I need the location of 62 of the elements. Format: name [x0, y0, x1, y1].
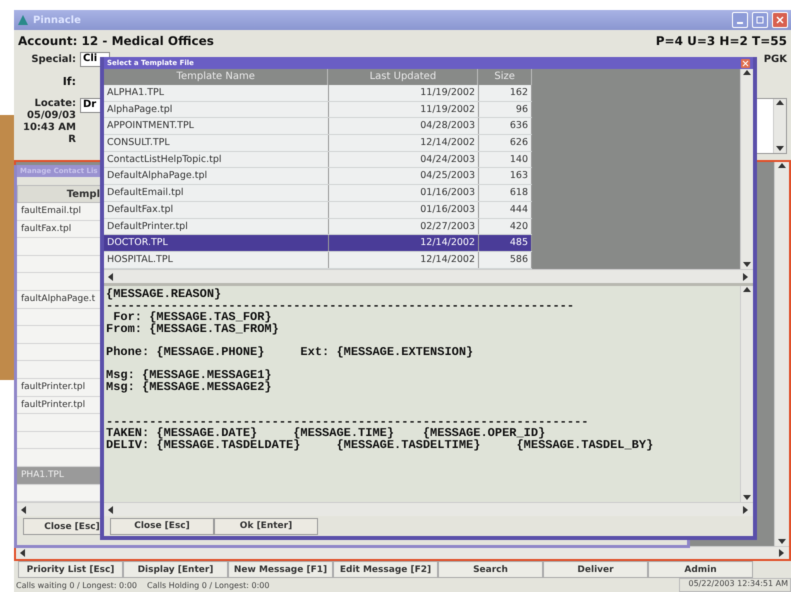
notes-field[interactable]: [755, 98, 787, 154]
scroll-arrow-icon[interactable]: [107, 506, 115, 514]
app-logo-icon: [17, 14, 29, 26]
template-row[interactable]: ALPHA1.TPL 11/19/2002 162: [104, 85, 532, 102]
account-title: Account: 12 - Medical Offices: [18, 34, 214, 48]
scrollbar[interactable]: [774, 162, 789, 546]
template-row[interactable]: faultFax.tpl: [17, 220, 101, 238]
locate-label: Locate:: [34, 98, 76, 110]
dialog-button[interactable]: Ok [Enter]: [214, 518, 318, 534]
template-row[interactable]: DefaultEmail.tpl 01/16/2003 618: [104, 185, 532, 202]
queue-counts: P=4 U=3 H=2 T=55: [656, 34, 787, 48]
command-button[interactable]: Edit Message [F2]: [333, 561, 438, 578]
template-row[interactable]: faultPrinter.tpl: [17, 396, 101, 414]
scrollbar[interactable]: [740, 69, 753, 269]
template-row[interactable]: faultPrinter.tpl: [17, 378, 101, 397]
calls-waiting-status: Calls waiting 0 / Longest: 0:00: [16, 580, 138, 590]
template-row[interactable]: DefaultFax.tpl 01/16/2003 444: [104, 202, 532, 218]
scrollbar[interactable]: [740, 286, 753, 502]
command-button[interactable]: New Message [F1]: [228, 561, 333, 578]
template-row[interactable]: DOCTOR.TPL 12/14/2002 485: [104, 235, 532, 252]
command-button[interactable]: Search: [438, 561, 543, 578]
template-preview-text: {MESSAGE.REASON} ----------------------------------------------------------------- For: {MESSAGE.TAS_FOR} From: {MESSAGE.TAS_FROM} Phone: {MESSAGE.PHONE} Ext: {MESSAGE.EXTENSION} Msg: {MESSAGE.MESSAGE1} Msg: {MESSAGE.MESSAGE2} ------------------------------------------------------------------- TAKEN: {MESSAGE.DATE} {MESSAGE.TIME} {MESSAGE.OPER_ID} DELIV: {MESSAGE.TASDELDATE} {MESSAGE.TASDELTIME} {MESSAGE.TASDEL_BY}: [105, 286, 654, 454]
command-button[interactable]: Priority List [Esc]: [18, 561, 123, 578]
scroll-arrow-icon[interactable]: [20, 506, 28, 514]
command-button[interactable]: Display [Enter]: [123, 561, 228, 578]
scroll-arrow-icon[interactable]: [776, 145, 784, 153]
template-row[interactable]: faultAlphaPage.t: [17, 290, 101, 309]
template-row[interactable]: HOSPITAL.TPL 12/14/2002 586: [104, 252, 532, 269]
template-row[interactable]: CONSULT.TPL 12/14/2002 626: [104, 135, 532, 152]
template-row[interactable]: faultEmail.tpl: [17, 203, 101, 221]
maximize-icon: [756, 16, 764, 24]
window-title: Pinnacle: [33, 14, 81, 26]
template-row[interactable]: ContactListHelpTopic.tpl 04/24/2003 140: [104, 152, 532, 168]
scroll-arrow-icon[interactable]: [776, 99, 784, 107]
template-row[interactable]: APPOINTMENT.TPL 04/28/2003 636: [104, 118, 532, 136]
template-row[interactable]: DefaultAlphaPage.tpl 04/25/2003 163: [104, 168, 532, 186]
scrollbar[interactable]: [104, 502, 753, 516]
scroll-arrow-icon[interactable]: [107, 272, 115, 280]
minimize-button[interactable]: [732, 12, 748, 28]
record-status-text: R: [68, 134, 76, 146]
scrollbar[interactable]: [773, 99, 786, 153]
template-row[interactable]: AlphaPage.tpl 11/19/2002 96: [104, 102, 532, 118]
locate-time: 10:43 AM: [22, 122, 76, 134]
dialog-button[interactable]: Close [Esc]: [110, 518, 214, 534]
scroll-arrow-icon[interactable]: [19, 549, 27, 557]
scroll-arrow-icon[interactable]: [778, 162, 786, 170]
close-button[interactable]: [772, 12, 788, 28]
template-row[interactable]: DefaultPrinter.tpl 02/27/2003 420: [104, 218, 532, 236]
command-button[interactable]: Deliver: [543, 561, 648, 578]
calls-holding-status: Calls Holding 0 / Longest: 0:00: [147, 580, 270, 590]
maximize-button[interactable]: [752, 12, 768, 28]
scrollbar[interactable]: [104, 269, 753, 283]
column-header[interactable]: Templ: [17, 185, 101, 203]
close-icon[interactable]: [741, 58, 750, 68]
special-code: PGK: [764, 54, 787, 66]
scroll-arrow-icon[interactable]: [743, 69, 751, 77]
status-datetime: 05/22/2003 12:34:51 AM: [679, 578, 791, 592]
command-button[interactable]: Admin: [648, 561, 753, 578]
if-label: If:: [62, 75, 76, 88]
special-label: Special:: [31, 54, 76, 66]
locate-date: 05/09/03: [26, 110, 76, 122]
close-icon: [776, 16, 784, 24]
